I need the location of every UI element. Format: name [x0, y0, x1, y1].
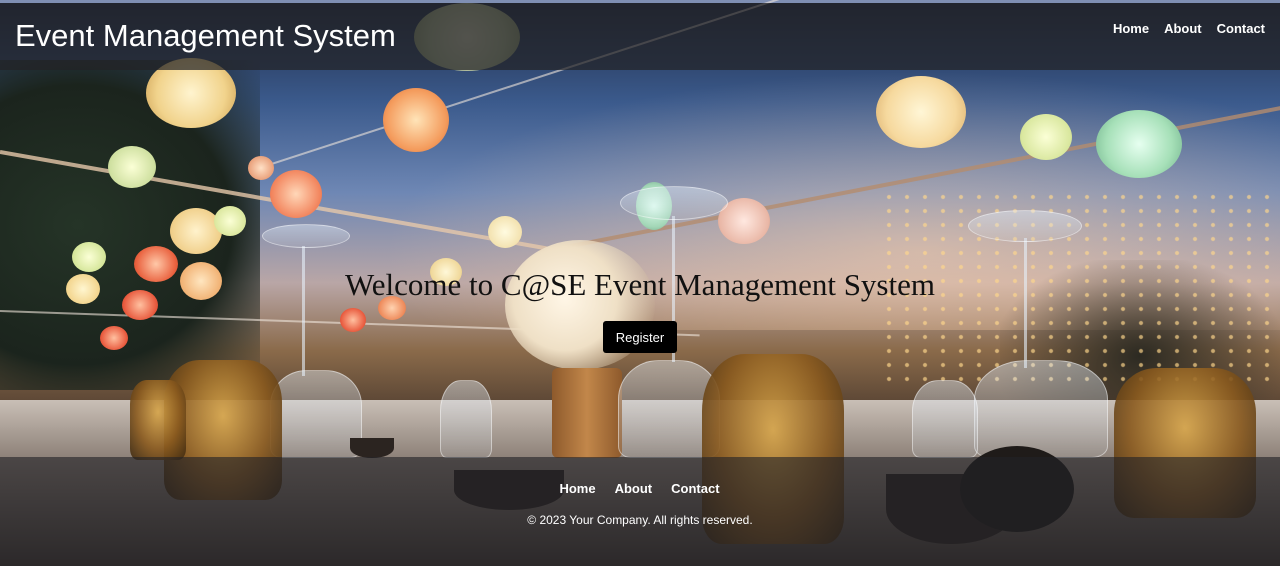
nav-home-link[interactable]: Home: [1113, 21, 1149, 37]
page: Event Management System Home About Conta…: [0, 0, 1280, 566]
wine-glass: [912, 380, 978, 458]
wine-glass: [262, 224, 350, 248]
lantern: [383, 88, 449, 152]
header-navbar: Event Management System Home About Conta…: [0, 3, 1280, 70]
lantern: [100, 326, 128, 350]
lantern: [214, 206, 246, 236]
lantern: [488, 216, 522, 248]
wine-glass: [968, 210, 1082, 242]
hero-heading: Welcome to C@SE Event Management System: [345, 267, 935, 302]
footer-nav: Home About Contact: [0, 481, 1280, 497]
lantern: [1020, 114, 1072, 160]
vase: [552, 368, 622, 458]
wine-glass: [440, 380, 492, 458]
footer-about-link[interactable]: About: [615, 481, 653, 497]
site-title: Event Management System: [15, 18, 396, 53]
lantern: [340, 308, 366, 332]
wine-glass: [974, 360, 1108, 458]
lantern: [248, 156, 274, 180]
header-nav: Home About Contact: [1113, 21, 1265, 37]
lantern: [270, 170, 322, 218]
copyright-text: © 2023 Your Company. All rights reserved…: [527, 513, 753, 527]
footer-contact-link[interactable]: Contact: [671, 481, 719, 497]
nav-about-link[interactable]: About: [1164, 21, 1202, 37]
nav-contact-link[interactable]: Contact: [1217, 21, 1265, 37]
footer: Home About Contact © 2023 Your Company. …: [0, 457, 1280, 566]
footer-home-link[interactable]: Home: [559, 481, 595, 497]
wine-glass: [620, 186, 728, 220]
wine-glass: [270, 370, 362, 458]
bowl: [350, 438, 394, 458]
lantern: [108, 146, 156, 188]
lantern: [876, 76, 966, 148]
register-button[interactable]: Register: [603, 321, 677, 353]
candle-cup: [130, 380, 186, 460]
lantern: [1096, 110, 1182, 178]
